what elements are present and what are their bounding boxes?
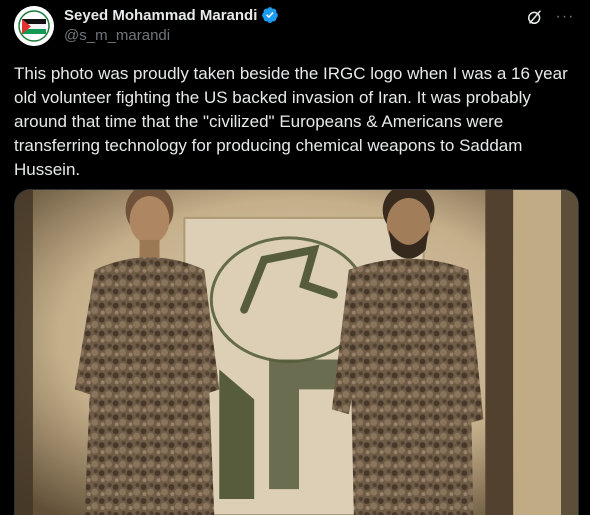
tweet-top-actions: ··· [524, 6, 576, 28]
tweet-photo[interactable] [14, 189, 579, 515]
author-display-name[interactable]: Seyed Mohammad Marandi [64, 7, 257, 24]
avatar[interactable] [14, 6, 54, 46]
sepia-photo-image [15, 190, 578, 515]
more-options-icon[interactable]: ··· [554, 6, 576, 28]
more-options-label: ··· [555, 8, 575, 25]
tweet-body-text: This photo was proudly taken beside the … [14, 64, 568, 179]
palestine-flag-avatar-icon [14, 6, 54, 46]
grok-icon[interactable] [524, 6, 546, 28]
author-name-row: Seyed Mohammad Marandi [64, 6, 279, 24]
author-handle[interactable]: @s_m_marandi [64, 27, 170, 44]
verified-badge-icon[interactable] [261, 6, 279, 24]
tweet: Seyed Mohammad Marandi @s_m_marandi ··· … [0, 0, 590, 515]
